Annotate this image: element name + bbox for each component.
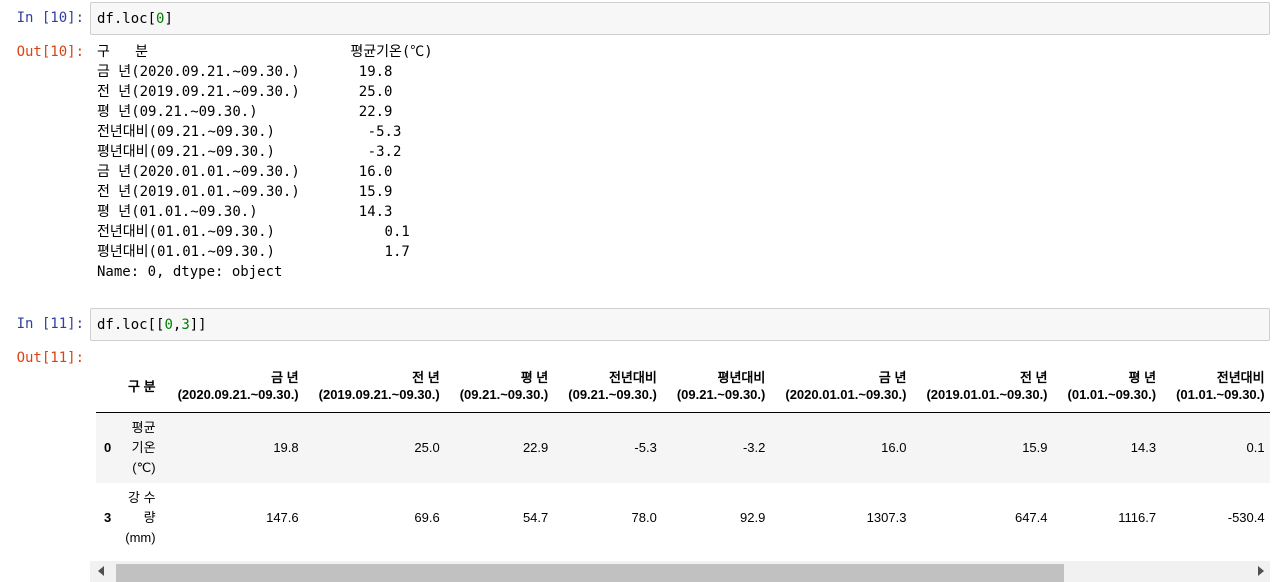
table-cell: 69.6 — [414, 510, 440, 525]
table-cell: 78.0 — [631, 510, 657, 525]
table-cell: 647.4 — [1014, 510, 1048, 525]
out-prompt-11: Out[11]: — [16, 350, 84, 366]
header-row: 구 분 금 년 (2020.09.21.~09.30.) 전 년 (2019.09.… — [96, 360, 1270, 413]
table-cell: -3.2 — [742, 440, 766, 456]
column-header: 전년대비 (09.21.~09.30.) — [558, 360, 667, 413]
table-cell: 1307.3 — [866, 510, 907, 525]
table-cell: -5.3 — [634, 440, 657, 456]
table-cell: 15.9 — [1022, 440, 1048, 456]
table-cell: 0.1 — [1246, 440, 1265, 456]
table-cell: 147.6 — [266, 510, 299, 525]
column-header-line1: 전 년 — [1019, 370, 1048, 385]
column-header-line1: 전년대비 — [608, 370, 657, 385]
column-header-line2: (09.21.~09.30.) — [676, 387, 766, 402]
table-cell: 19.8 — [273, 440, 299, 456]
table-cell: 22.9 — [522, 440, 549, 456]
table-cell: 92.9 — [740, 510, 766, 525]
row-label-line: 평균 — [131, 419, 156, 435]
in-prompt-11: In [11]: — [16, 316, 84, 332]
column-header-line1: 전년대비 — [1216, 370, 1265, 385]
column-header-line2: (2019.09.21.~09.30.) — [318, 387, 440, 402]
dataframe-table: 구 분 금 년 (2020.09.21.~09.30.) 전 년 (2019.09.… — [96, 360, 1270, 553]
table-cell: 25.0 — [414, 440, 440, 456]
scroll-right-arrow-icon[interactable] — [1258, 566, 1264, 576]
column-header-line1: 금 년 — [878, 370, 907, 385]
code-input-10[interactable]: df.loc[0] — [90, 2, 1270, 35]
column-header: 평 년 (01.01.~09.30.) — [1057, 360, 1167, 413]
table-cell: -530.4 — [1227, 510, 1265, 525]
column-header-line2: (2020.01.01.~09.30.) — [785, 387, 907, 402]
table-cell: 16.0 — [881, 440, 907, 456]
column-header-line2: (01.01.~09.30.) — [1067, 387, 1157, 402]
column-header-line1: 평년대비 — [717, 370, 766, 385]
row-label-line: (℃) — [132, 459, 156, 475]
column-header: 전년대비 (01.01.~09.30.) — [1166, 360, 1270, 413]
scrollbar-thumb[interactable] — [116, 564, 1064, 582]
corner-cell — [96, 360, 112, 413]
table-cell: 54.7 — [522, 510, 549, 525]
column-header-line1: 평 년 — [520, 370, 549, 385]
column-header-line2: (2019.01.01.~09.30.) — [926, 387, 1048, 402]
column-header: 전 년 (2019.09.21.~09.30.) — [308, 360, 450, 413]
dataframe-output: 구 분 금 년 (2020.09.21.~09.30.) 전 년 (2019.09.… — [96, 360, 1270, 560]
row-label-line: (mm) — [125, 529, 156, 545]
column-header-line1: 평 년 — [1128, 370, 1157, 385]
row-index: 0 — [104, 440, 112, 456]
table-cell: 1116.7 — [1118, 510, 1157, 525]
code-text: ] — [164, 11, 173, 27]
column-header-line2: (09.21.~09.30.) — [459, 387, 549, 402]
column-header-line2: (09.21.~09.30.) — [568, 387, 657, 402]
code-text: df.loc[[ — [97, 317, 165, 333]
column-header-line2: (2020.09.21.~09.30.) — [177, 387, 299, 402]
column-header: 평년대비 (09.21.~09.30.) — [666, 360, 776, 413]
code-number: 3 — [181, 317, 190, 333]
column-header: 금 년 (2020.09.21.~09.30.) — [167, 360, 309, 413]
column-header-line2: (01.01.~09.30.) — [1176, 387, 1265, 402]
row-label-line: 강 수 — [128, 489, 156, 505]
row-label-line: 기온 — [131, 439, 156, 455]
column-header-line1: 금 년 — [271, 370, 299, 385]
index-name-header: 구 분 — [111, 360, 168, 413]
code-input-11[interactable]: df.loc[[0,3]] — [90, 308, 1270, 341]
column-header: 전 년 (2019.01.01.~09.30.) — [916, 360, 1058, 413]
column-header: 평 년 (09.21.~09.30.) — [449, 360, 559, 413]
table-row: 3 강 수량 (mm) 147.6 69.6 54.7 78.0 92.9 130… — [96, 482, 1270, 553]
code-text: df.loc[ — [97, 11, 157, 27]
row-label-line: 량 — [143, 509, 156, 525]
horizontal-scrollbar[interactable] — [90, 561, 1270, 582]
code-number: 0 — [164, 317, 173, 333]
in-prompt-10: In [10]: — [16, 10, 84, 26]
scroll-left-arrow-icon[interactable] — [98, 566, 104, 576]
table-row: 0 평균 기온 (℃) 19.8 25.0 22.9 -5.3 -3.2 16.0 … — [96, 412, 1270, 483]
row-label: 평균기온 (℃) — [111, 413, 167, 483]
table-cell: 14.3 — [1130, 440, 1157, 456]
row-label: 강 수량 (mm) — [111, 483, 167, 553]
series-output: 구 분 평균기온(℃) 금 년(2020.09.21.~09.30.) 19.8… — [97, 44, 433, 280]
row-index: 3 — [104, 510, 112, 525]
out-prompt-10: Out[10]: — [16, 44, 84, 60]
column-header: 금 년 (2020.01.01.~09.30.) — [775, 360, 917, 413]
code-text: ]] — [189, 317, 207, 333]
column-header-line1: 전 년 — [412, 370, 440, 385]
